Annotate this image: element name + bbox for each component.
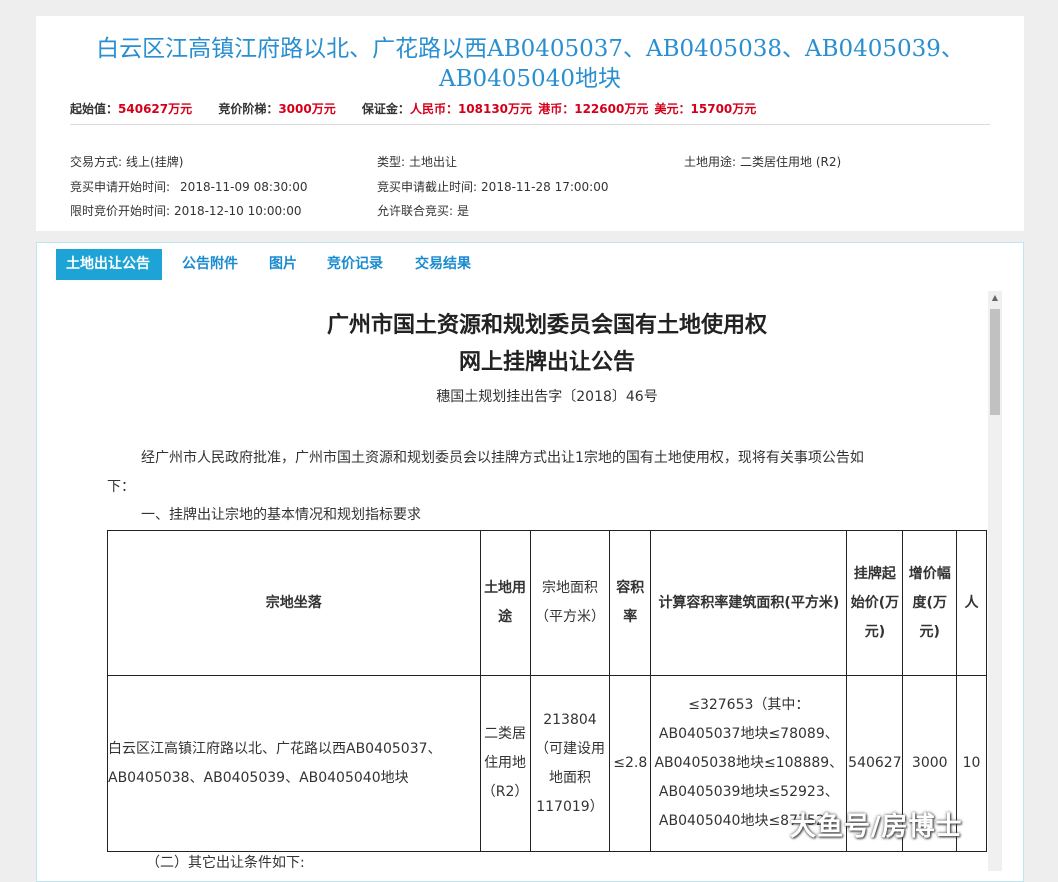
apply-start-label: 竞买申请开始时间:	[70, 180, 171, 194]
price-summary-row: 起始值：540627万元 竞价阶梯：3000万元 保证金：人民币：108130万…	[70, 100, 756, 117]
bid-step-label: 竞价阶梯：	[218, 102, 279, 116]
bid-step-value: 3000万元	[278, 102, 336, 116]
type-info: 类型: 土地出让	[377, 153, 457, 170]
apply-end-value: 2018-11-28 17:00:00	[481, 180, 609, 194]
content-scrollbar[interactable]: ▲	[988, 291, 1002, 871]
col-header-location: 宗地坐落	[107, 530, 481, 676]
trade-mode-info: 交易方式: 线上(挂牌)	[70, 153, 183, 170]
type-label: 类型:	[377, 155, 406, 169]
listing-title: 白云区江高镇江府路以北、广花路以西AB0405037、AB0405038、AB0…	[36, 34, 1024, 94]
intro-paragraph-line2: 下：	[107, 479, 135, 495]
apply-end-label: 竞买申请截止时间:	[377, 180, 478, 194]
apply-start-value: 2018-11-09 08:30:00	[180, 180, 308, 194]
section-heading-1: 一、挂牌出让宗地的基本情况和规划指标要求	[141, 507, 421, 523]
bid-start-label: 限时竞价开始时间:	[70, 204, 171, 218]
joint-bid-value: 是	[457, 204, 470, 218]
cell-far: ≤2.8	[609, 675, 652, 852]
scroll-up-arrow-icon[interactable]: ▲	[988, 291, 1002, 305]
trade-mode-value: 线上(挂牌)	[126, 155, 184, 169]
tab-land-announcement[interactable]: 土地出让公告	[56, 249, 162, 280]
land-use-value: 二类居住用地 (R2)	[740, 155, 842, 169]
col-header-extra: 人	[956, 530, 987, 676]
watermark-text: 大鱼号/房博士	[790, 812, 963, 842]
deposit-usd: 美元：15700万元	[654, 102, 757, 116]
cell-area: 213804（可建设用地面积117019）	[529, 675, 611, 852]
header-divider	[70, 124, 990, 125]
land-use-info: 土地用途: 二类居住用地 (R2)	[684, 153, 841, 170]
bid-start-value: 2018-12-10 10:00:00	[174, 204, 302, 218]
cell-use: 二类居住用地（R2）	[479, 675, 531, 852]
listing-header-card: 白云区江高镇江府路以北、广花路以西AB0405037、AB0405038、AB0…	[36, 16, 1024, 231]
apply-start-info: 竞买申请开始时间: 2018-11-09 08:30:00	[70, 178, 308, 195]
joint-bid-info: 允许联合竞买: 是	[377, 202, 469, 219]
col-header-increment: 增价幅度(万元)	[902, 530, 958, 676]
col-header-calc-area: 计算容积率建筑面积(平方米)	[650, 530, 848, 676]
intro-paragraph-line1: 经广州市人民政府批准，广州市国土资源和规划委员会以挂牌方式出让1宗地的国有土地使…	[141, 450, 864, 466]
deposit-label: 保证金：	[361, 102, 410, 116]
deposit-rmb: 人民币：108130万元	[409, 102, 533, 116]
col-header-use: 土地用途	[479, 530, 531, 676]
doc-number: 穗国土规划挂出告字〔2018〕46号	[436, 389, 658, 405]
listing-title-line1: 白云区江高镇江府路以北、广花路以西AB0405037、AB0405038、AB0…	[96, 36, 964, 62]
tab-images[interactable]: 图片	[259, 249, 307, 280]
land-use-label: 土地用途:	[684, 155, 737, 169]
announcement-card: 土地出让公告 公告附件 图片 竞价记录 交易结果 广州市国土资源和规划委员会国有…	[36, 242, 1024, 882]
table-header-row: 宗地坐落 土地用途 宗地面积（平方米） 容积率 计算容积率建筑面积(平方米) 挂…	[107, 530, 987, 676]
col-header-far: 容积率	[609, 530, 652, 676]
scroll-thumb[interactable]	[990, 309, 1000, 415]
start-price-label: 起始值：	[70, 102, 119, 116]
col-header-start-price: 挂牌起始价(万元)	[846, 530, 904, 676]
tab-attachments[interactable]: 公告附件	[172, 249, 248, 280]
type-value: 土地出让	[409, 155, 458, 169]
apply-end-info: 竞买申请截止时间: 2018-11-28 17:00:00	[377, 178, 609, 195]
cell-location: 白云区江高镇江府路以北、广花路以西AB0405037、AB0405038、AB0…	[107, 675, 481, 852]
joint-bid-label: 允许联合竞买:	[377, 204, 454, 218]
land-info-table: 宗地坐落 土地用途 宗地面积（平方米） 容积率 计算容积率建筑面积(平方米) 挂…	[107, 530, 987, 852]
deposit-hkd: 港币：122600万元	[538, 102, 649, 116]
section-heading-2: （二）其它出让条件如下:	[146, 855, 305, 871]
col-header-area: 宗地面积（平方米）	[529, 530, 611, 676]
trade-mode-label: 交易方式:	[70, 155, 123, 169]
tab-results[interactable]: 交易结果	[405, 249, 481, 280]
tab-bid-records[interactable]: 竞价记录	[317, 249, 393, 280]
start-price-value: 540627万元	[118, 102, 193, 116]
doc-title-line1: 广州市国土资源和规划委员会国有土地使用权	[326, 312, 767, 338]
listing-title-line2: AB0405040地块	[439, 66, 621, 92]
doc-title-line2: 网上挂牌出让公告	[458, 349, 635, 375]
bid-start-info: 限时竞价开始时间: 2018-12-10 10:00:00	[70, 202, 302, 219]
